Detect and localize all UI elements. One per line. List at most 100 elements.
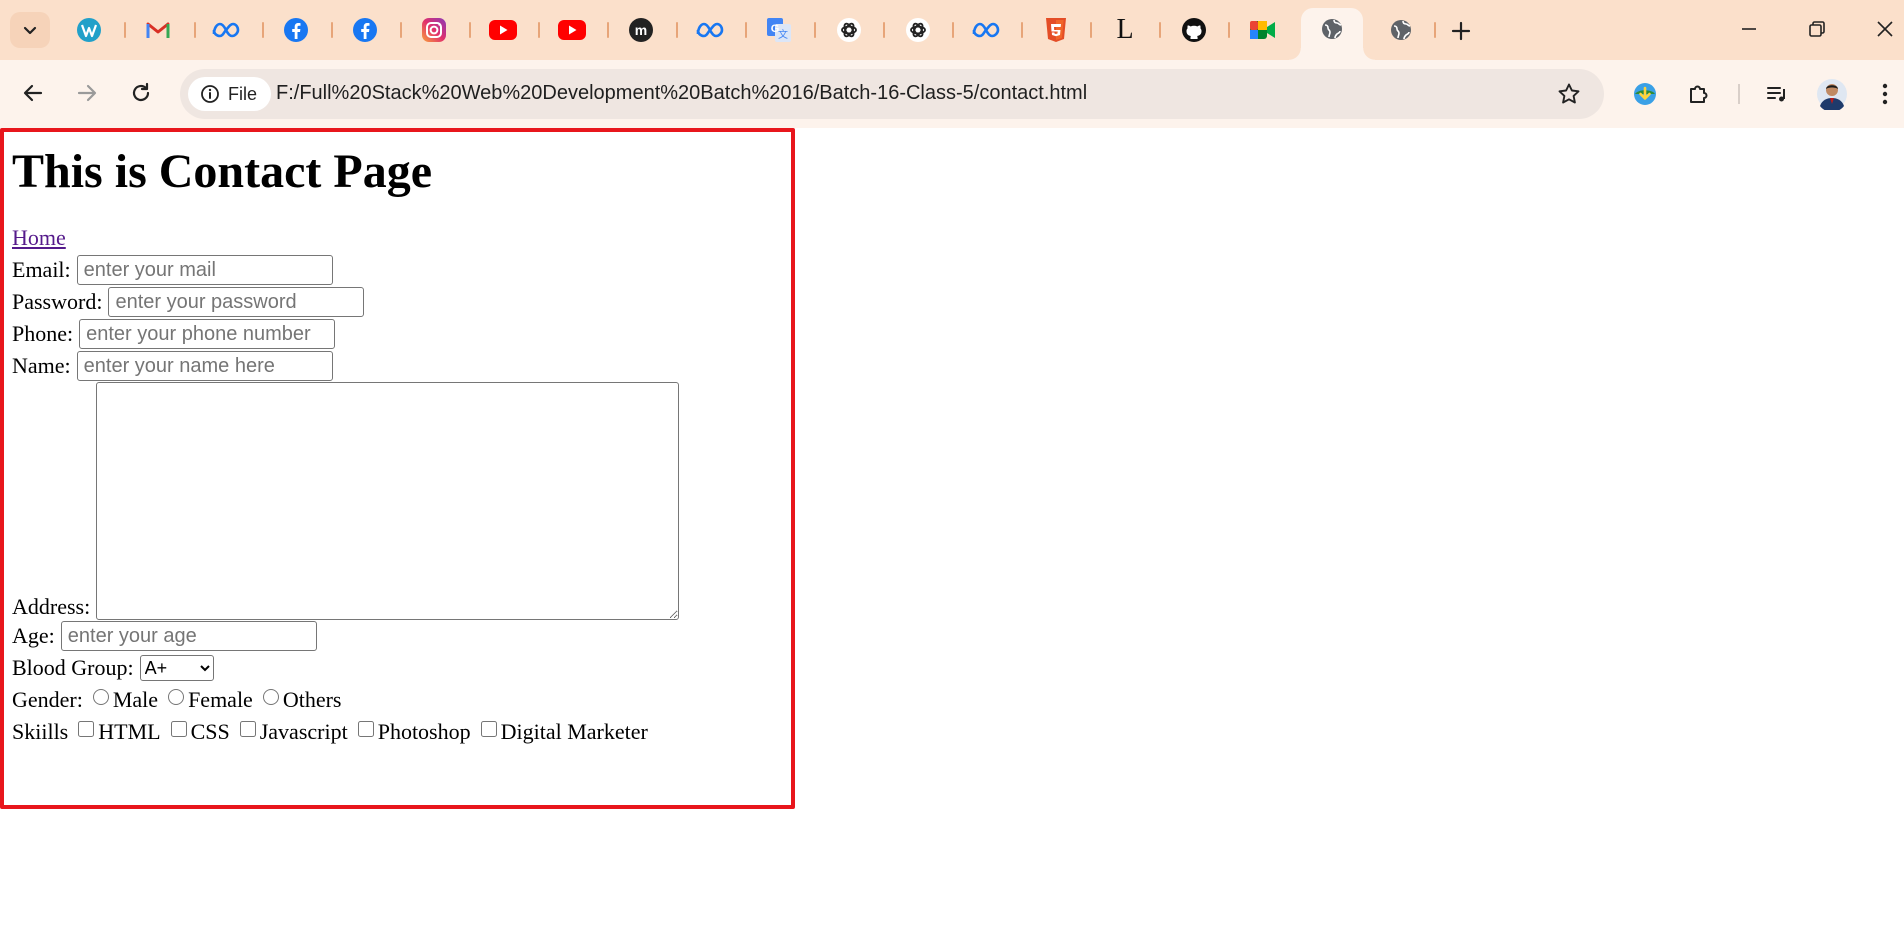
extension-idm-button[interactable] [1628,77,1662,111]
age-field[interactable] [60,621,317,651]
gender-others-label: Others [282,687,342,712]
tab-html5[interactable] [1042,16,1070,44]
tab-facebook[interactable] [282,16,310,44]
address-textarea[interactable] [96,382,680,620]
blood-group-label: Blood Group: [12,655,134,680]
name-row: Name: [12,350,679,382]
skill-html-checkbox[interactable] [78,721,95,737]
wordpress-icon [77,18,101,42]
address-row: Address: [12,382,680,620]
site-info-label: File [228,83,258,104]
chrome-menu-button[interactable] [1868,77,1902,111]
url-text[interactable]: F:/Full%20Stack%20Web%20Development%20Ba… [276,82,1087,105]
phone-field[interactable] [79,319,336,349]
extensions-button[interactable] [1682,77,1716,111]
tab-google-meet[interactable] [1249,16,1277,44]
gender-label: Gender: [12,687,83,712]
gmail-icon [146,22,170,38]
minimize-button[interactable] [1734,14,1764,44]
star-icon [1558,83,1580,104]
medium-icon: m [629,18,653,42]
page-title: This is Contact Page [12,145,432,198]
tab-strip: m G文 L [0,0,1904,60]
arrow-left-icon [23,84,43,102]
skill-javascript-label: Javascript [259,719,348,744]
tab-l-site[interactable]: L [1111,16,1139,44]
minimize-icon [1742,28,1756,30]
tab-github[interactable] [1180,16,1208,44]
gender-male-radio[interactable] [92,689,109,705]
skill-photoshop-label: Photoshop [377,719,471,744]
media-control-button[interactable] [1760,77,1794,111]
facebook-icon [353,18,377,42]
name-label: Name: [12,353,71,378]
tab-local-file[interactable] [1387,16,1415,44]
tab-contact-active[interactable] [1289,8,1375,60]
html5-icon [1046,18,1066,42]
gender-female-label: Female [188,687,253,712]
back-button[interactable] [16,76,50,110]
playlist-icon [1767,87,1785,102]
password-label: Password: [12,289,103,314]
tab-meta-3[interactable] [972,16,1000,44]
tab-google-translate[interactable]: G文 [765,16,793,44]
skill-css-label: CSS [190,719,230,744]
download-manager-icon [1634,83,1656,105]
address-label: Address: [12,594,91,619]
profile-button[interactable] [1815,77,1849,111]
email-row: Email: [12,254,679,286]
meta-icon [212,22,240,38]
phone-row: Phone: [12,318,679,350]
tab-search-button[interactable] [10,12,50,48]
reload-button[interactable] [124,76,158,110]
new-tab-button[interactable] [1446,16,1476,46]
address-bar[interactable]: File F:/Full%20Stack%20Web%20Development… [180,69,1604,119]
tab-youtube-2[interactable] [558,16,586,44]
tab-chatgpt-2[interactable] [904,16,932,44]
tab-medium[interactable]: m [627,16,655,44]
svg-text:m: m [635,22,647,38]
blood-group-row: Blood Group: A+ [12,652,679,684]
more-vertical-icon [1882,83,1888,105]
bookmark-star-button[interactable] [1556,81,1582,107]
chatgpt-icon [906,18,930,42]
meta-icon [972,22,1000,38]
facebook-icon [284,18,308,42]
tab-gmail[interactable] [144,16,172,44]
name-field[interactable] [76,351,333,381]
tab-wordpress[interactable] [75,16,103,44]
close-window-button[interactable] [1870,14,1900,44]
puzzle-icon [1690,85,1708,103]
contact-form: This is Contact Page Home Email: Passwor… [12,128,680,748]
google-translate-icon: G文 [767,18,791,42]
email-field[interactable] [76,255,333,285]
tab-chatgpt[interactable] [835,16,863,44]
blood-group-select[interactable]: A+ [139,655,214,681]
restore-button[interactable] [1802,14,1832,44]
gender-others-radio[interactable] [262,689,279,705]
tab-facebook-2[interactable] [351,16,379,44]
forward-button[interactable] [70,76,104,110]
home-link[interactable]: Home [12,222,66,254]
web-page: This is Contact Page Home Email: Passwor… [0,128,1904,938]
skills-row: Skiills HTML CSS Javascript Photoshop Di… [12,716,679,748]
chevron-down-icon [23,26,37,35]
skill-html-label: HTML [98,719,161,744]
site-info-chip[interactable]: File [188,77,272,111]
gender-female-radio[interactable] [168,689,185,705]
skill-javascript-checkbox[interactable] [239,721,256,737]
globe-icon [1322,19,1342,39]
tab-meta-2[interactable] [696,16,724,44]
tab-youtube[interactable] [489,16,517,44]
skill-photoshop-checkbox[interactable] [357,721,374,737]
password-field[interactable] [108,287,365,317]
tab-meta[interactable] [212,16,240,44]
youtube-icon [489,20,517,40]
tab-instagram[interactable] [420,16,448,44]
skill-css-checkbox[interactable] [170,721,187,737]
l-letter-icon: L [1116,14,1134,45]
avatar [1817,79,1847,110]
skill-digital-marketer-checkbox[interactable] [480,721,497,737]
close-icon [1877,21,1893,37]
age-row: Age: [12,620,679,652]
